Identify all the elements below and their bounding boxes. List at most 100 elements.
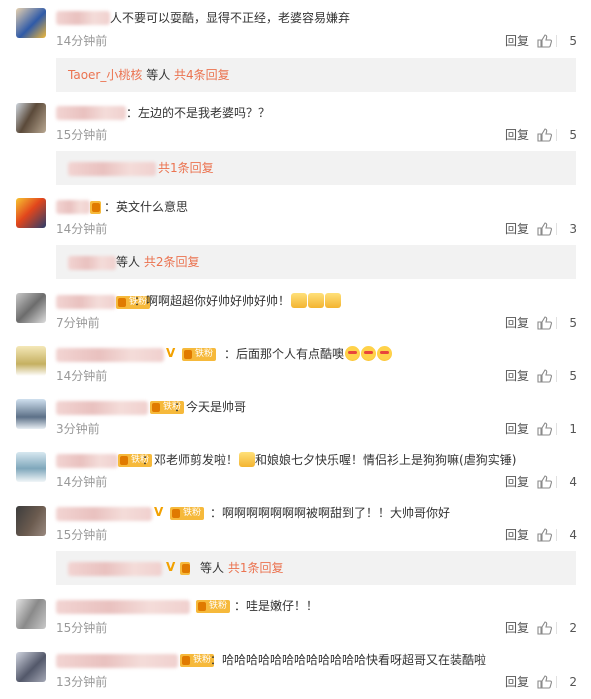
thumbs-up-icon bbox=[537, 475, 552, 489]
thumbs-up-icon bbox=[537, 222, 552, 236]
heart-eyes-emoji-icon bbox=[377, 346, 393, 361]
like-count: 5 bbox=[569, 316, 577, 330]
like-count: 2 bbox=[569, 621, 577, 635]
comment-text: ：啊啊啊啊啊啊啊被啊甜到了！！大帅哥你好 bbox=[210, 506, 451, 520]
like-count: 3 bbox=[569, 222, 577, 236]
thumbs-up-icon bbox=[537, 621, 552, 635]
comment-text-body: ：后面那个人有点酷噢 bbox=[224, 347, 345, 361]
avatar[interactable] bbox=[16, 652, 46, 682]
comment-time: 14分钟前 bbox=[56, 34, 108, 48]
comment-text: ：啊啊超超你好帅好帅好帅！ bbox=[134, 293, 342, 309]
avatar[interactable] bbox=[16, 103, 46, 133]
avatar[interactable] bbox=[16, 346, 46, 376]
comment-time: 3分钟前 bbox=[56, 422, 100, 436]
comment-time: 14分钟前 bbox=[56, 475, 108, 489]
username-blurred[interactable] bbox=[56, 295, 116, 309]
username-blurred[interactable] bbox=[56, 654, 178, 668]
clap-emoji-icon bbox=[239, 452, 256, 467]
like-count: 5 bbox=[569, 128, 577, 142]
like-button[interactable]: 5 bbox=[537, 368, 577, 384]
comment-text: ：哈哈哈哈哈哈哈哈哈哈哈哈快看呀超哥又在装酷啦 bbox=[210, 653, 487, 667]
avatar[interactable] bbox=[16, 293, 46, 323]
username-blurred[interactable] bbox=[56, 401, 148, 415]
comment-time: 14分钟前 bbox=[56, 369, 108, 383]
subreply-box[interactable]: 等人 共2条回复 bbox=[56, 245, 576, 279]
thumbs-up-icon bbox=[537, 369, 552, 383]
fan-badge: 铁粉 bbox=[180, 654, 215, 667]
reply-button[interactable]: 回复 bbox=[505, 620, 529, 636]
username-blurred[interactable] bbox=[56, 600, 190, 614]
fan-badge bbox=[180, 562, 190, 575]
comment-time: 15分钟前 bbox=[56, 621, 108, 635]
fan-badge: 铁粉 bbox=[196, 600, 231, 613]
like-button[interactable]: 5 bbox=[537, 33, 577, 49]
reply-button[interactable]: 回复 bbox=[505, 674, 529, 690]
username-blurred[interactable] bbox=[56, 454, 118, 468]
username-blurred[interactable] bbox=[56, 106, 126, 120]
clap-emoji-icon bbox=[308, 293, 325, 308]
subreply-count[interactable]: 共1条回复 bbox=[158, 161, 214, 175]
reply-button[interactable]: 回复 bbox=[505, 127, 529, 143]
comment-text: 人不要可以耍酷，显得不正经，老婆容易嫌弃 bbox=[110, 11, 351, 25]
thumbs-up-icon bbox=[537, 128, 552, 142]
avatar[interactable] bbox=[16, 506, 46, 536]
avatar[interactable] bbox=[16, 198, 46, 228]
like-button[interactable]: 5 bbox=[537, 315, 577, 331]
reply-button[interactable]: 回复 bbox=[505, 315, 529, 331]
reply-button[interactable]: 回复 bbox=[505, 474, 529, 490]
subreply-box[interactable]: 共1条回复 bbox=[56, 151, 576, 185]
subreply-count[interactable]: 共1条回复 bbox=[228, 561, 284, 575]
thumbs-up-icon bbox=[537, 528, 552, 542]
like-button[interactable]: 3 bbox=[537, 221, 577, 237]
clap-emoji-icon bbox=[325, 293, 342, 308]
comment-time: 13分钟前 bbox=[56, 675, 108, 689]
avatar[interactable] bbox=[16, 452, 46, 482]
reply-button[interactable]: 回复 bbox=[505, 421, 529, 437]
reply-button[interactable]: 回复 bbox=[505, 368, 529, 384]
fan-badge: 铁粉 bbox=[182, 348, 217, 361]
username-blurred[interactable] bbox=[56, 200, 90, 214]
thumbs-up-icon bbox=[537, 675, 552, 689]
subreply-count[interactable]: 共2条回复 bbox=[144, 255, 200, 269]
like-count: 5 bbox=[569, 34, 577, 48]
like-button[interactable]: 1 bbox=[537, 421, 577, 437]
subreply-others: 等人 bbox=[116, 255, 141, 269]
comment-text: ：今天是帅哥 bbox=[174, 400, 247, 414]
heart-eyes-emoji-icon bbox=[345, 346, 361, 361]
reply-button[interactable]: 回复 bbox=[505, 33, 529, 49]
reply-button[interactable]: 回复 bbox=[505, 221, 529, 237]
username-blurred[interactable] bbox=[56, 348, 164, 362]
subreply-user-blurred[interactable] bbox=[68, 562, 162, 576]
like-button[interactable]: 4 bbox=[537, 527, 577, 543]
like-count: 2 bbox=[569, 675, 577, 689]
clap-emoji-icon bbox=[291, 293, 308, 308]
vip-badge: V bbox=[154, 505, 164, 519]
like-button[interactable]: 5 bbox=[537, 127, 577, 143]
like-count: 1 bbox=[569, 422, 577, 436]
comment-time: 14分钟前 bbox=[56, 222, 108, 236]
like-button[interactable]: 2 bbox=[537, 674, 577, 690]
comment-text-body: ：邓老师剪发啦！ bbox=[142, 453, 239, 467]
avatar[interactable] bbox=[16, 399, 46, 429]
comment-text-body: ：啊啊超超你好帅好帅好帅！ bbox=[134, 294, 291, 308]
like-button[interactable]: 2 bbox=[537, 620, 577, 636]
username-blurred[interactable] bbox=[56, 507, 152, 521]
avatar[interactable] bbox=[16, 599, 46, 629]
subreply-others: 等人 bbox=[146, 68, 171, 82]
vip-badge: V bbox=[166, 560, 176, 574]
subreply-user-blurred[interactable] bbox=[68, 162, 156, 176]
comment-text: ：左边的不是我老婆吗？？ bbox=[126, 106, 271, 120]
subreply-others: 等人 bbox=[200, 561, 225, 575]
comment-time: 15分钟前 bbox=[56, 528, 108, 542]
username-blurred[interactable] bbox=[56, 11, 110, 25]
thumbs-up-icon bbox=[537, 34, 552, 48]
subreply-box[interactable]: V 等人 共1条回复 bbox=[56, 551, 576, 585]
reply-button[interactable]: 回复 bbox=[505, 527, 529, 543]
subreply-user[interactable]: Taoer_小桃核 bbox=[68, 68, 142, 82]
subreply-user-blurred[interactable] bbox=[68, 256, 116, 270]
like-button[interactable]: 4 bbox=[537, 474, 577, 490]
subreply-count[interactable]: 共4条回复 bbox=[174, 68, 230, 82]
subreply-box[interactable]: Taoer_小桃核 等人 共4条回复 bbox=[56, 58, 576, 92]
avatar[interactable] bbox=[16, 8, 46, 38]
like-count: 4 bbox=[569, 528, 577, 542]
